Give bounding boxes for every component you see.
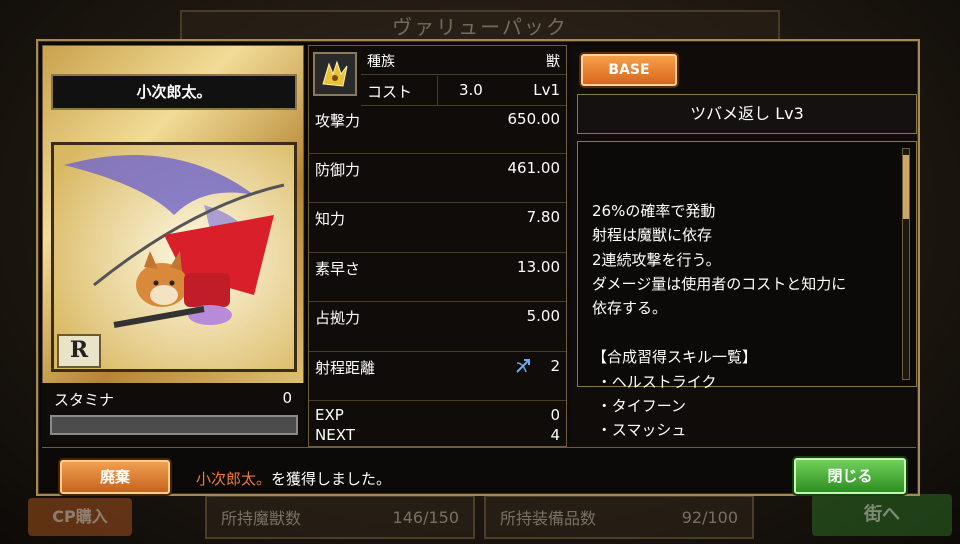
acquired-monster-name: 小次郎太。 xyxy=(196,470,272,488)
stat-label: 防御力 xyxy=(315,161,361,179)
next-value: 4 xyxy=(550,426,560,444)
description-scrollbar[interactable] xyxy=(902,148,910,380)
skill-description-box: 26%の確率で発動 射程は魔獣に依存 2連続攻撃を行う。 ダメージ量は使用者のコ… xyxy=(577,141,917,439)
stat-label: 素早さ xyxy=(315,260,361,278)
equipment-count-label: 所持装備品数 xyxy=(500,509,597,528)
exp-label: EXP xyxy=(315,406,344,424)
stat-value: 13.00 xyxy=(517,258,560,276)
dialog-footer: 廃棄 小次郎太。を獲得しました。 閉じる xyxy=(42,447,916,494)
dispose-button[interactable]: 廃棄 xyxy=(60,460,170,494)
stat-value: 2 xyxy=(550,357,560,375)
bow-arrow-icon xyxy=(514,357,532,379)
stat-label: 占拠力 xyxy=(315,309,361,327)
stat-row-speed: 素早さ 13.00 xyxy=(309,254,566,302)
monster-detail-dialog: 小次郎太。 R スタミナ 0 種族 獣 コスト 3.0 Lv1 攻撃力 650.… xyxy=(36,39,920,496)
level-value: Lv1 xyxy=(533,81,560,99)
stat-row-defense: 防御力 461.00 xyxy=(309,155,566,203)
stat-row-intelligence: 知力 7.80 xyxy=(309,204,566,253)
stamina-value: 0 xyxy=(282,389,292,407)
stat-label: 射程距離 xyxy=(315,359,376,377)
portrait-panel: 小次郎太。 R xyxy=(42,45,304,441)
beast-crest-icon xyxy=(313,52,357,96)
monster-name: 小次郎太。 xyxy=(51,74,297,110)
stat-value: 650.00 xyxy=(507,110,561,128)
cost-row: コスト 3.0 Lv1 xyxy=(361,76,566,105)
cost-label: コスト xyxy=(367,83,413,101)
stat-row-occupation: 占拠力 5.00 xyxy=(309,303,566,352)
base-skill-button[interactable]: BASE xyxy=(581,54,677,86)
stat-label: 知力 xyxy=(315,210,346,228)
exp-row: EXP 0 NEXT 4 xyxy=(309,402,566,446)
skill-description: 26%の確率で発動 射程は魔獣に依存 2連続攻撃を行う。 ダメージ量は使用者のコ… xyxy=(592,201,847,440)
next-label: NEXT xyxy=(315,426,355,444)
acquired-message-text: を獲得しました。 xyxy=(271,470,392,488)
stat-value: 5.00 xyxy=(526,307,560,325)
monster-count-value: 146/150 xyxy=(392,507,459,527)
stat-row-range: 射程距離 2 xyxy=(309,353,566,401)
stats-panel: 種族 獣 コスト 3.0 Lv1 攻撃力 650.00 防御力 461.00 知… xyxy=(308,45,567,447)
acquired-message: 小次郎太。を獲得しました。 xyxy=(196,468,391,489)
breed-label: 種族 xyxy=(367,54,395,70)
stamina-area: スタミナ 0 xyxy=(42,383,304,443)
close-button[interactable]: 閉じる xyxy=(794,458,906,494)
breed-value: 獣 xyxy=(546,54,560,70)
cost-value: 3.0 xyxy=(459,81,483,99)
skill-panel: BASE ツバメ返し Lv3 26%の確率で発動 射程は魔獣に依存 2連続攻撃を… xyxy=(571,45,917,447)
cp-purchase-button[interactable]: CP購入 xyxy=(28,498,132,536)
stat-label: 攻撃力 xyxy=(315,112,361,130)
cost-divider xyxy=(437,76,438,105)
rarity-badge: R xyxy=(57,334,101,368)
stat-row-attack: 攻撃力 650.00 xyxy=(309,106,566,154)
stat-value: 461.00 xyxy=(507,159,561,177)
stamina-label: スタミナ xyxy=(54,391,115,409)
stat-value: 7.80 xyxy=(526,208,560,226)
breed-row: 種族 獣 xyxy=(361,46,566,75)
stamina-bar xyxy=(50,415,298,435)
skill-name: ツバメ返し Lv3 xyxy=(577,94,917,134)
exp-value: 0 xyxy=(550,406,560,424)
monster-count-label: 所持魔獣数 xyxy=(221,509,302,528)
monster-count-box: 所持魔獣数 146/150 xyxy=(205,495,475,539)
scrollbar-thumb[interactable] xyxy=(903,155,909,219)
